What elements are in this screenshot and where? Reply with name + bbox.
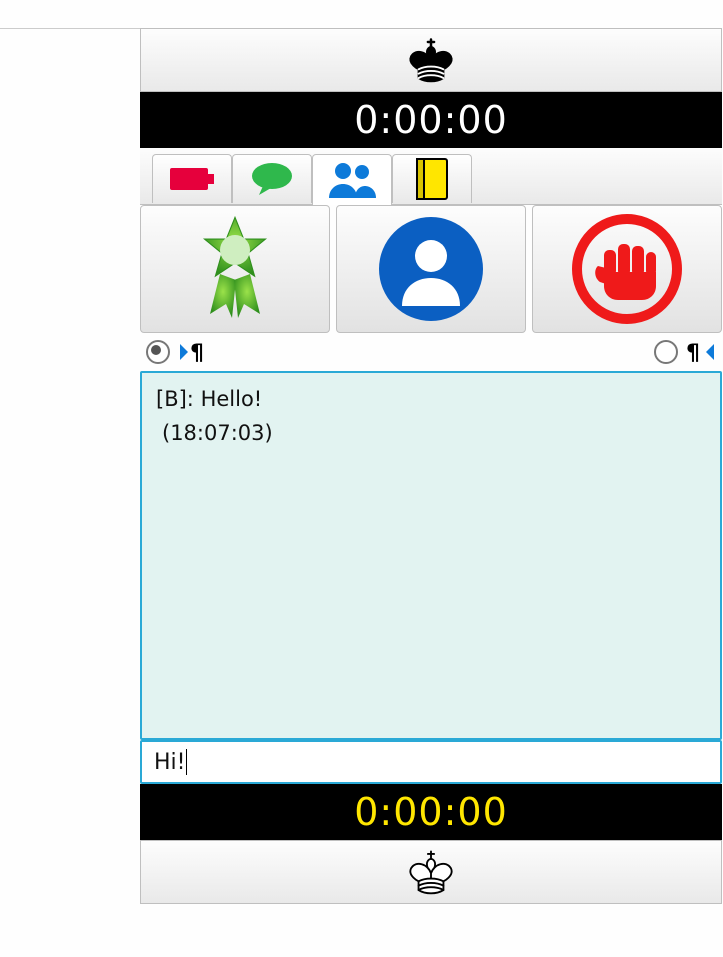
chat-log[interactable]: [B]: Hello! (18:07:03) [140,371,722,740]
speech-icon [249,161,295,197]
bottom-clock: 0:00:00 [140,784,722,840]
direction-left-radio[interactable] [146,340,170,364]
chat-input[interactable]: Hi! [140,740,722,784]
chat-message: [B]: Hello! [156,383,706,417]
chat-text: Hello! [201,387,263,411]
pilcrow-right-icon: ¶ [178,340,206,364]
king-white-icon [398,844,464,900]
top-player-bar [140,28,722,92]
top-clock-value: 0:00:00 [354,98,508,142]
battery-icon [168,164,216,194]
book-icon [413,157,451,201]
abort-button[interactable] [532,205,722,333]
ribbon-icon [192,214,278,324]
chat-sender: [B] [156,387,187,411]
direction-right-radio[interactable] [654,340,678,364]
top-clock: 0:00:00 [140,92,722,148]
tab-book[interactable] [392,154,472,203]
pilcrow-left-icon: ¶ [686,340,716,364]
svg-text:¶: ¶ [686,341,700,364]
tab-bar [140,148,722,205]
svg-text:¶: ¶ [190,341,204,364]
people-icon [325,160,379,200]
action-row [140,205,722,333]
fist-icon [572,214,682,324]
bottom-clock-value: 0:00:00 [354,790,508,834]
chat-time: (18:07:03) [156,417,706,451]
game-side-panel: 0:00:00 [140,28,722,904]
chat-input-value: Hi! [154,750,185,775]
bottom-player-bar [140,840,722,904]
tab-chat[interactable] [232,154,312,203]
profile-button[interactable] [336,205,526,333]
award-button[interactable] [140,205,330,333]
direction-row: ¶ ¶ [140,333,722,371]
king-black-icon [398,32,464,88]
avatar-icon [378,216,484,322]
tab-engine[interactable] [152,154,232,203]
tab-people[interactable] [312,154,392,205]
